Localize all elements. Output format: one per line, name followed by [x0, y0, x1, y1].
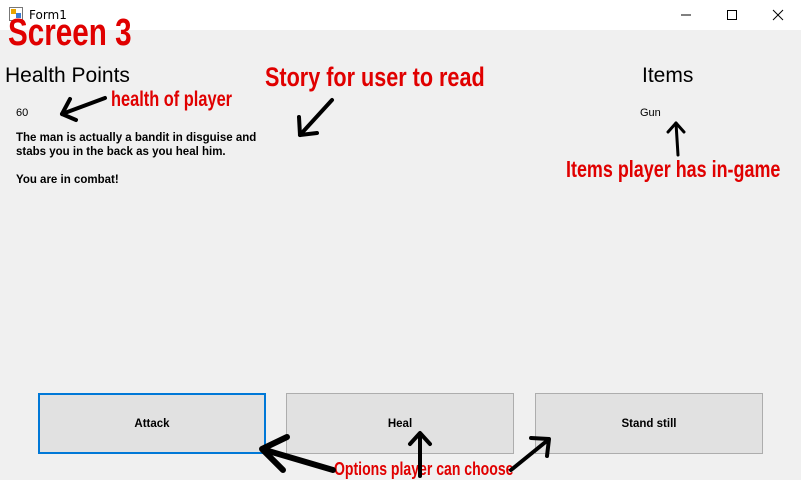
arrow-icon — [259, 434, 336, 473]
arrow-icon — [60, 96, 107, 122]
annotation-arrows — [60, 96, 686, 478]
arrow-icon — [509, 436, 551, 472]
arrow-icon — [297, 98, 334, 137]
arrow-icon — [408, 431, 432, 478]
arrow-icon — [666, 121, 686, 157]
